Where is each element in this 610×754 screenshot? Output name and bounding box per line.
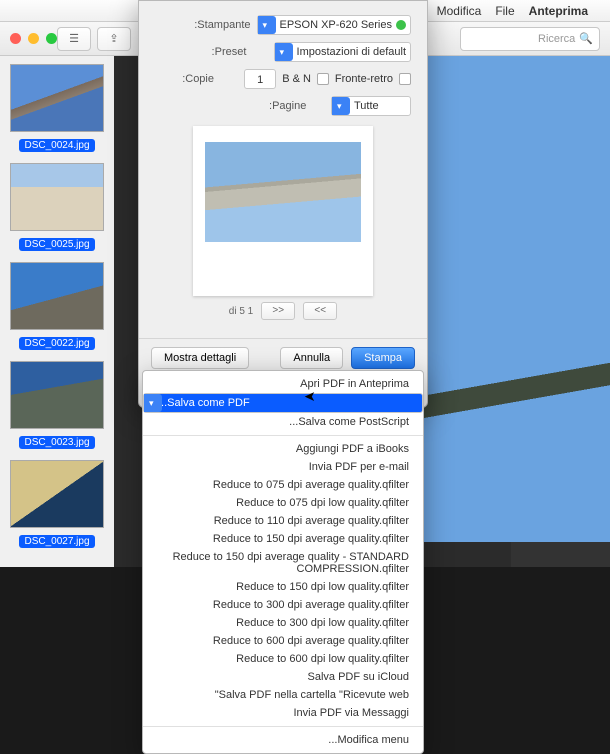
copies-label: Copie:: [182, 73, 238, 85]
menu-item[interactable]: Reduce to 600 dpi average quality.qfilte…: [143, 632, 423, 650]
menu-item[interactable]: Reduce to 110 dpi average quality.qfilte…: [143, 512, 423, 530]
menu-item[interactable]: Reduce to 075 dpi average quality.qfilte…: [143, 476, 423, 494]
pdf-dropdown-menu: Apri PDF in Anteprima Salva come PDF... …: [142, 370, 424, 754]
thumbnail[interactable]: DSC_0023.jpg: [6, 361, 108, 450]
pages-label: Pagine:: [269, 100, 325, 112]
menu-item-edit-menu[interactable]: Modifica menu...: [143, 731, 423, 749]
toolbar-share-button[interactable]: ⇪: [97, 27, 131, 51]
twosided-checkbox[interactable]: [399, 73, 411, 85]
menu-item[interactable]: Reduce to 300 dpi low quality.qfilter: [143, 614, 423, 632]
search-input[interactable]: 🔍 Ricerca: [460, 27, 600, 51]
thumbnail[interactable]: DSC_0022.jpg: [6, 262, 108, 351]
menu-item[interactable]: Reduce to 075 dpi low quality.qfilter: [143, 494, 423, 512]
menu-item[interactable]: Apri PDF in Anteprima: [143, 375, 423, 393]
thumbnail-label: DSC_0027.jpg: [19, 535, 94, 548]
cursor-icon: ➤: [304, 388, 316, 405]
printer-status-icon: [396, 20, 406, 30]
thumbnail-label: DSC_0023.jpg: [19, 436, 94, 449]
menu-item[interactable]: Reduce to 300 dpi average quality.qfilte…: [143, 596, 423, 614]
show-details-button[interactable]: Mostra dettagli: [151, 347, 249, 369]
print-preview-image: [205, 142, 361, 242]
preset-label: Preset:: [212, 46, 268, 58]
print-preview: [193, 126, 373, 296]
thumbnail-label: DSC_0022.jpg: [19, 337, 94, 350]
maximize-button[interactable]: [46, 33, 57, 44]
minimize-button[interactable]: [28, 33, 39, 44]
copies-input[interactable]: 1: [244, 69, 276, 89]
menu-item[interactable]: Reduce to 150 dpi average quality - STAN…: [143, 548, 423, 578]
close-button[interactable]: [10, 33, 21, 44]
printer-select[interactable]: EPSON XP-620 Series: [257, 15, 412, 35]
cancel-button[interactable]: Annulla: [280, 347, 343, 369]
print-dialog: EPSON XP-620 Series Stampante: Impostazi…: [138, 0, 428, 408]
pages-select[interactable]: Tutte: [331, 96, 411, 116]
thumbnail[interactable]: DSC_0027.jpg: [6, 460, 108, 549]
pager: >> << 1 di 5: [155, 302, 411, 320]
thumbnail-label: DSC_0024.jpg: [19, 139, 94, 152]
menu-item[interactable]: Reduce to 150 dpi low quality.qfilter: [143, 578, 423, 596]
traffic-lights: [10, 33, 57, 44]
menu-item[interactable]: Reduce to 150 dpi average quality.qfilte…: [143, 530, 423, 548]
thumbnail[interactable]: DSC_0025.jpg: [6, 163, 108, 252]
preset-select[interactable]: Impostazioni di default: [274, 42, 411, 62]
thumbnail[interactable]: DSC_0024.jpg: [6, 64, 108, 153]
menu-item[interactable]: Invia PDF via Messaggi: [143, 704, 423, 722]
menu-item[interactable]: Salva PDF su iCloud: [143, 668, 423, 686]
menu-item[interactable]: Reduce to 600 dpi low quality.qfilter: [143, 650, 423, 668]
twosided-label: Fronte-retro: [335, 73, 393, 85]
printer-label: Stampante:: [194, 19, 250, 31]
bw-checkbox[interactable]: [317, 73, 329, 85]
menu-item[interactable]: Aggiungi PDF a iBooks: [143, 440, 423, 458]
search-icon: 🔍: [579, 32, 593, 45]
menu-edit[interactable]: Modifica: [437, 4, 482, 18]
pager-text: 1 di 5: [229, 306, 253, 317]
pager-next-button[interactable]: >>: [303, 302, 337, 320]
thumbnail-label: DSC_0025.jpg: [19, 238, 94, 251]
search-placeholder: Ricerca: [538, 33, 575, 45]
menu-item[interactable]: Invia PDF per e-mail: [143, 458, 423, 476]
menu-item-save-as-pdf[interactable]: Salva come PDF...: [143, 393, 423, 413]
menu-item[interactable]: Salva come PostScript...: [143, 413, 423, 431]
thumbnail-sidebar[interactable]: DSC_0024.jpg DSC_0025.jpg DSC_0022.jpg D…: [0, 56, 114, 567]
menu-file[interactable]: File: [495, 4, 514, 18]
menu-app[interactable]: Anteprima: [529, 4, 588, 18]
pager-prev-button[interactable]: <<: [261, 302, 295, 320]
bw-label: B & N: [282, 73, 311, 85]
menu-item[interactable]: Salva PDF nella cartella "Ricevute web": [143, 686, 423, 704]
toolbar-sidebar-button[interactable]: ☰: [57, 27, 91, 51]
print-button[interactable]: Stampa: [351, 347, 415, 369]
